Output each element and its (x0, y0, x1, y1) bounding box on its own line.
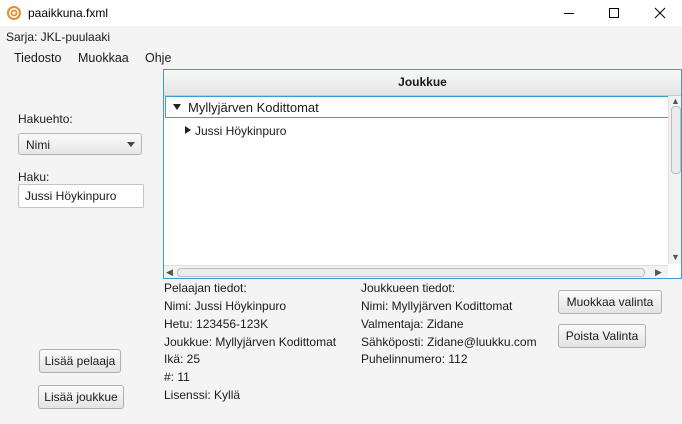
tree-item-player-label: Jussi Höykinpuro (195, 124, 287, 138)
player-heading: Pelaajan tiedot: (164, 281, 247, 295)
tree-item-team-label: Myllyjärven Kodittomat (188, 100, 319, 115)
team-coach: Valmentaja: Zidane (361, 317, 464, 331)
scroll-right-icon[interactable]: ▶ (655, 267, 662, 277)
series-label: Sarja: JKL-puulaaki (6, 30, 111, 44)
close-button[interactable] (637, 0, 682, 26)
scroll-left-icon[interactable]: ◀ (166, 267, 173, 277)
criteria-combobox[interactable]: Nimi (18, 133, 142, 155)
minimize-button[interactable] (546, 0, 591, 26)
scroll-down-icon[interactable]: ▼ (671, 252, 680, 262)
query-label: Haku: (18, 170, 50, 184)
close-icon (654, 7, 665, 19)
vertical-scrollbar[interactable]: ▲ ▼ (668, 96, 681, 264)
add-team-button[interactable]: Lisää joukkue (38, 385, 124, 409)
menu-tiedosto[interactable]: Tiedosto (14, 51, 61, 65)
expand-arrow-icon[interactable] (173, 104, 181, 110)
criteria-label: Hakuehto: (18, 112, 73, 126)
horizontal-scroll-thumb[interactable] (177, 268, 645, 277)
edit-selection-button[interactable]: Muokkaa valinta (558, 290, 662, 314)
maximize-button[interactable] (591, 0, 636, 26)
vertical-scroll-thumb[interactable] (671, 106, 681, 174)
criteria-value: Nimi (26, 138, 50, 152)
player-name: Nimi: Jussi Höykinpuro (164, 299, 287, 313)
tree-header: Joukkue (164, 70, 681, 96)
title-bar: paaikkuna.fxml (0, 0, 682, 26)
menu-ohje[interactable]: Ohje (145, 51, 171, 65)
team-tree[interactable]: Joukkue Myllyjärven Kodittomat Jussi Höy… (163, 69, 682, 279)
player-team: Joukkue: Myllyjärven Kodittomat (164, 335, 337, 349)
horizontal-scrollbar[interactable]: ◀ ▶ (164, 265, 668, 278)
team-name: Nimi: Myllyjärven Kodittomat (361, 299, 513, 313)
delete-selection-button[interactable]: Poista Valinta (558, 324, 646, 348)
team-heading: Joukkueen tiedot: (361, 281, 456, 295)
maximize-icon (608, 8, 619, 18)
menu-bar: Tiedosto Muokkaa Ohje (0, 47, 682, 69)
tree-item-player[interactable]: Jussi Höykinpuro (165, 120, 665, 140)
chevron-down-icon (127, 142, 135, 147)
player-age: Ikä: 25 (164, 352, 201, 366)
tree-item-team[interactable]: Myllyjärven Kodittomat (165, 96, 669, 118)
collapse-arrow-icon[interactable] (185, 126, 191, 134)
scroll-up-icon[interactable]: ▲ (671, 96, 680, 106)
app-icon (7, 6, 21, 20)
player-license: Lisenssi: Kyllä (164, 388, 241, 402)
menu-muokkaa[interactable]: Muokkaa (78, 51, 129, 65)
window-title: paaikkuna.fxml (28, 6, 109, 20)
minimize-icon (563, 13, 574, 14)
search-input[interactable] (18, 184, 144, 208)
player-number: #: 11 (164, 370, 190, 384)
team-email: Sähköposti: Zidane@luukku.com (361, 335, 537, 349)
player-ssn: Hetu: 123456-123K (164, 317, 269, 331)
team-phone: Puhelinnumero: 112 (361, 352, 468, 366)
add-player-button[interactable]: Lisää pelaaja (39, 349, 121, 373)
